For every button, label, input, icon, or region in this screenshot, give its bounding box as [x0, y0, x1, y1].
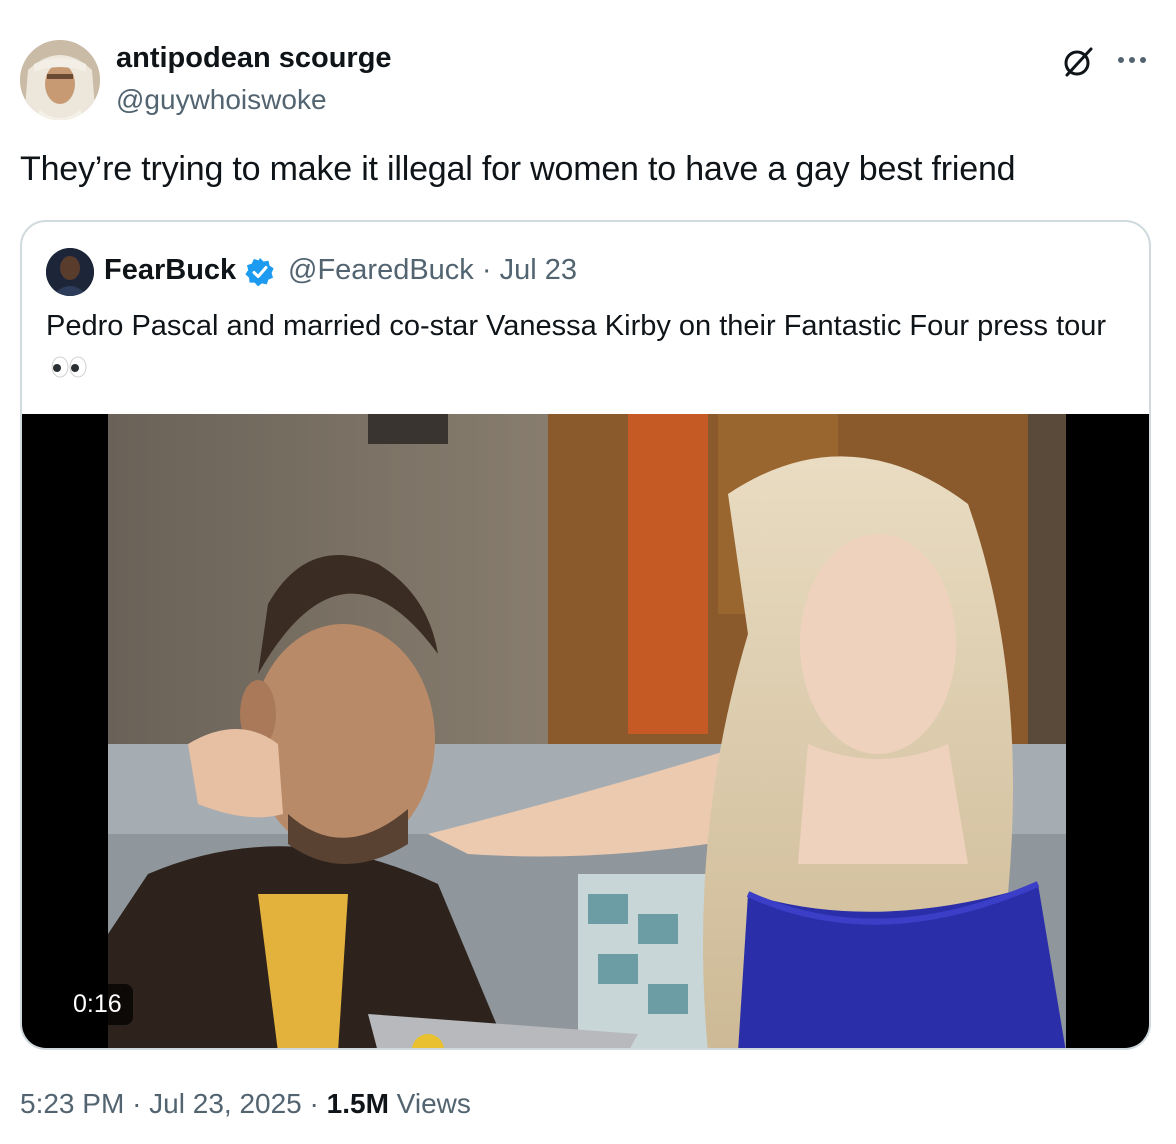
- more-options-icon[interactable]: [1112, 44, 1152, 76]
- eyes-emoji-icon: [51, 356, 87, 378]
- video-duration-badge: 0:16: [62, 984, 133, 1025]
- quoted-display-name[interactable]: FearBuck: [104, 254, 236, 287]
- footer-separator-2: ·: [309, 1088, 319, 1119]
- quoted-meta: @FearedBuck · Jul 23: [288, 254, 577, 287]
- grok-icon[interactable]: [1058, 42, 1098, 82]
- video-player[interactable]: 0:16: [22, 414, 1149, 1048]
- quoted-date[interactable]: Jul 23: [500, 254, 577, 286]
- quoted-author-avatar[interactable]: [46, 248, 94, 296]
- author-display-name[interactable]: antipodean scourge: [116, 42, 392, 75]
- post-time[interactable]: 5:23 PM: [20, 1088, 124, 1119]
- post-date[interactable]: Jul 23, 2025: [149, 1088, 302, 1119]
- views-count[interactable]: 1.5M: [327, 1088, 389, 1119]
- views-label[interactable]: Views: [397, 1088, 471, 1119]
- tweet-text: They’re trying to make it illegal for wo…: [20, 150, 1016, 188]
- author-handle[interactable]: @guywhoiswoke: [116, 84, 327, 116]
- verified-badge-icon: [244, 256, 276, 288]
- quoted-tweet-card[interactable]: FearBuck @FearedBuck · Jul 23 Pedro Pasc…: [20, 220, 1151, 1050]
- quoted-text-body: Pedro Pascal and married co-star Vanessa…: [46, 310, 1107, 342]
- author-avatar[interactable]: [20, 40, 100, 120]
- footer-separator: ·: [132, 1088, 142, 1119]
- tweet-footer: 5:23 PM · Jul 23, 2025 · 1.5M Views: [20, 1088, 471, 1120]
- video-frame: [108, 414, 1066, 1048]
- quoted-separator: ·: [481, 254, 492, 286]
- quoted-handle[interactable]: @FearedBuck: [288, 254, 474, 286]
- quoted-tweet-text: Pedro Pascal and married co-star Vanessa…: [46, 306, 1136, 386]
